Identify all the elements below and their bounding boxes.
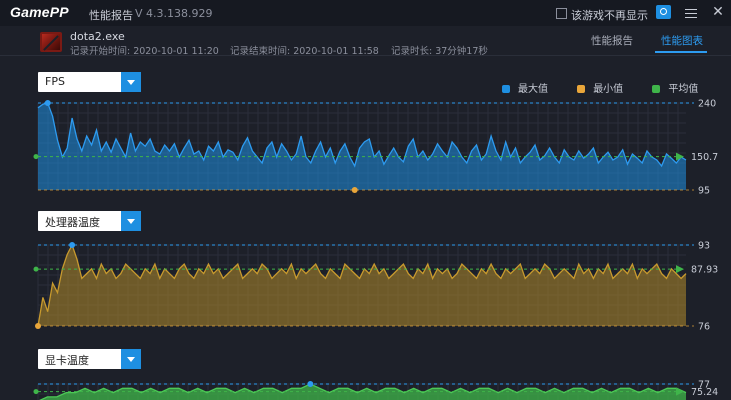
avg-value-label: 150.7 [691, 152, 718, 163]
charts-canvas: 240150.7959387.93767775.24 [33, 99, 718, 400]
avg-marker [33, 389, 39, 395]
min-value-label: 76 [698, 322, 710, 333]
avg-marker [33, 154, 39, 160]
min-marker [35, 323, 41, 329]
max-marker [307, 381, 314, 387]
max-marker [69, 242, 76, 248]
max-value-label: 240 [698, 99, 716, 110]
max-marker [44, 100, 51, 106]
avg-value-label: 75.24 [691, 387, 718, 398]
chart-area-1 [38, 245, 686, 326]
chart-area-0 [38, 103, 686, 190]
avg-value-label: 87.93 [691, 265, 718, 276]
max-value-label: 93 [698, 241, 710, 252]
avg-arrow-icon [676, 265, 684, 274]
avg-marker [33, 266, 39, 272]
min-marker [351, 187, 358, 193]
min-value-label: 95 [698, 186, 710, 197]
